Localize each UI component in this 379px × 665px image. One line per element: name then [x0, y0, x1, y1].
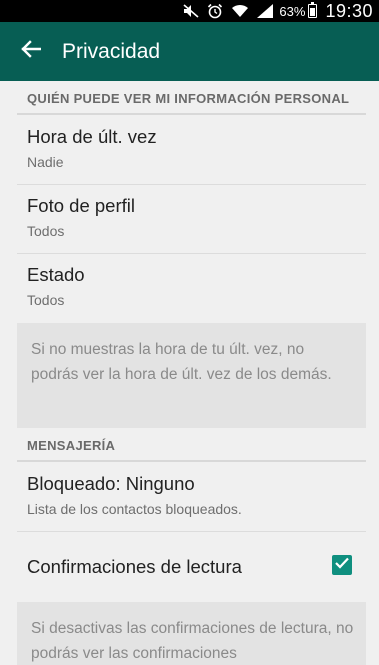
last-seen-title: Hora de últ. vez [27, 126, 157, 147]
read-receipts-note: Si desactivas las confirmaciones de lect… [17, 602, 366, 665]
read-receipts-checkbox[interactable] [332, 555, 352, 575]
profile-photo-title: Foto de perfil [27, 195, 135, 216]
status-setting[interactable]: Estado Todos [17, 254, 366, 323]
app-bar: Privacidad [0, 22, 379, 81]
arrow-back-icon [21, 40, 42, 63]
section-header-messaging: MENSAJERÍA [17, 430, 366, 462]
blocked-subtitle: Lista de los contactos bloqueados. [27, 501, 242, 517]
status-value: Todos [27, 292, 65, 308]
read-receipts-setting[interactable]: Confirmaciones de lectura [17, 532, 366, 601]
status-bar: 63% 19:30 [0, 0, 379, 22]
last-seen-value: Nadie [27, 154, 64, 170]
alarm-icon [207, 3, 223, 19]
status-icons: 63% 19:30 [175, 0, 373, 22]
signal-icon [257, 4, 274, 18]
blocked-contacts-setting[interactable]: Bloqueado: Ninguno Lista de los contacto… [17, 463, 366, 532]
last-seen-note: Si no muestras la hora de tu últ. vez, n… [17, 323, 366, 428]
wifi-icon [231, 4, 249, 18]
read-receipts-title: Confirmaciones de lectura [27, 556, 242, 577]
settings-list: QUIÉN PUEDE VER MI INFORMACIÓN PERSONAL … [0, 81, 379, 665]
checkmark-icon [335, 556, 349, 574]
profile-photo-value: Todos [27, 223, 65, 239]
status-title: Estado [27, 264, 85, 285]
battery-percent: 63% [279, 3, 306, 19]
blocked-title: Bloqueado: Ninguno [27, 473, 195, 494]
page-title: Privacidad [62, 39, 161, 63]
last-seen-setting[interactable]: Hora de últ. vez Nadie [17, 116, 366, 185]
profile-photo-setting[interactable]: Foto de perfil Todos [17, 185, 366, 254]
mute-icon [183, 4, 199, 18]
battery-icon [308, 1, 318, 18]
back-button[interactable] [0, 22, 62, 81]
section-header-personal-info: QUIÉN PUEDE VER MI INFORMACIÓN PERSONAL [17, 83, 366, 115]
status-time: 19:30 [325, 0, 373, 21]
